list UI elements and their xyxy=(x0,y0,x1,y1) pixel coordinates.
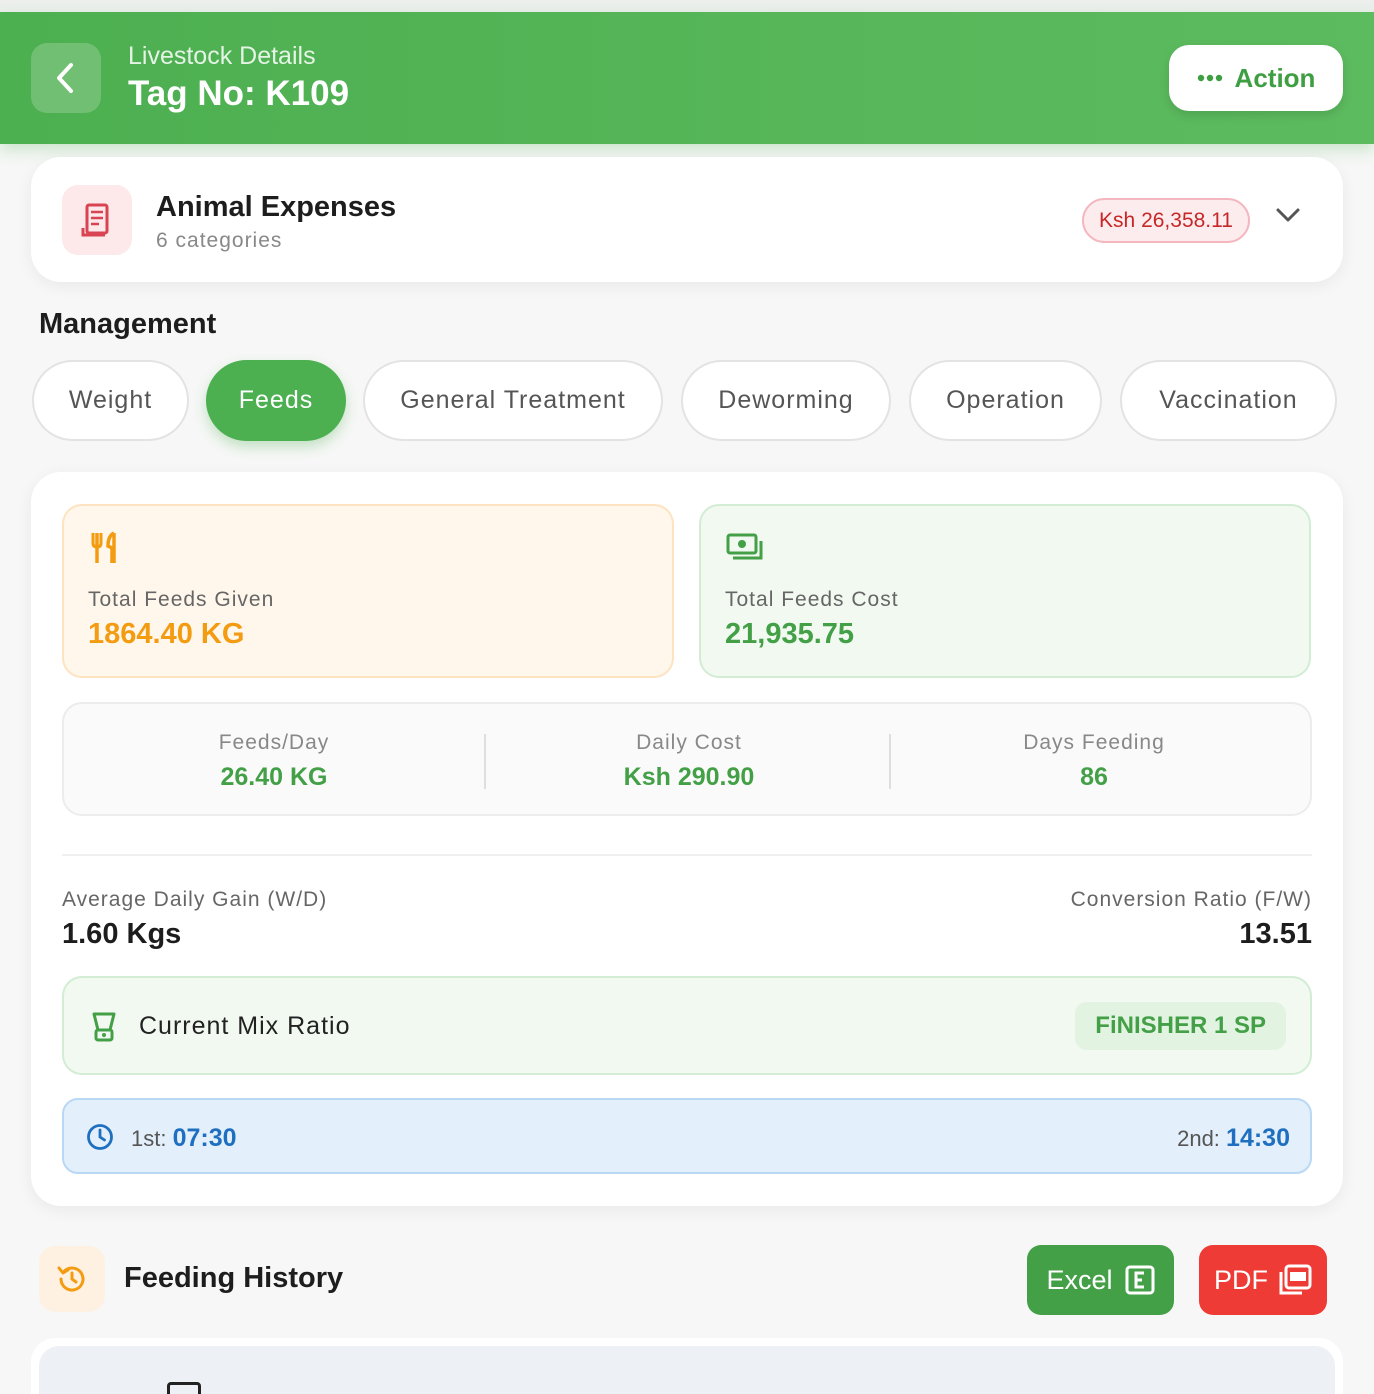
feeds-summary-card: Total Feeds Given 1864.40 KG Total Feeds… xyxy=(31,472,1343,1206)
feeding-times-row: 1st: 07:30 2nd: 14:30 xyxy=(62,1098,1312,1174)
feeding-history-title: Feeding History xyxy=(124,1262,344,1294)
adg-label: Average Daily Gain (W/D) xyxy=(62,888,328,911)
tab-feeds[interactable]: Feeds xyxy=(206,360,346,441)
total-feeds-cost-label: Total Feeds Cost xyxy=(725,588,899,611)
first-feeding-time: 1st: 07:30 xyxy=(131,1124,237,1153)
mix-ratio-badge: FiNISHER 1 SP xyxy=(1075,1002,1286,1050)
feeding-history-table xyxy=(31,1338,1343,1394)
divider xyxy=(62,854,1312,856)
second-time-label: 2nd: xyxy=(1177,1126,1220,1151)
adg-value: 1.60 Kgs xyxy=(62,918,182,950)
tab-deworming[interactable]: Deworming xyxy=(681,360,891,441)
current-mix-ratio-row: Current Mix Ratio FiNISHER 1 SP xyxy=(62,976,1312,1075)
chevron-down-icon[interactable] xyxy=(1275,207,1301,223)
metric-label: Days Feeding xyxy=(1023,730,1165,754)
tab-general-treatment[interactable]: General Treatment xyxy=(363,360,663,441)
pdf-label: PDF xyxy=(1214,1264,1268,1295)
total-feeds-given-value: 1864.40 KG xyxy=(88,618,245,650)
header-subtitle: Livestock Details xyxy=(128,42,316,70)
metric-daily-cost: Daily Cost Ksh 290.90 xyxy=(479,704,899,818)
feeds-metrics-row: Feeds/Day 26.40 KG Daily Cost Ksh 290.90… xyxy=(62,702,1312,816)
history-icon xyxy=(39,1246,105,1312)
table-header xyxy=(39,1346,1335,1394)
expenses-total-badge: Ksh 26,358.11 xyxy=(1082,198,1250,243)
expenses-title: Animal Expenses xyxy=(156,191,397,223)
animal-expenses-card[interactable]: Animal Expenses 6 categories Ksh 26,358.… xyxy=(31,157,1343,282)
metric-days-feeding: Days Feeding 86 xyxy=(884,704,1304,818)
total-feeds-given-card: Total Feeds Given 1864.40 KG xyxy=(62,504,674,678)
status-strip xyxy=(0,0,1374,12)
select-all-checkbox[interactable] xyxy=(167,1382,201,1394)
app-header: Livestock Details Tag No: K109 Action xyxy=(0,12,1374,144)
metric-value: 86 xyxy=(1080,762,1108,791)
more-dots-icon xyxy=(1197,74,1222,82)
metric-value: Ksh 290.90 xyxy=(623,762,755,791)
metric-label: Daily Cost xyxy=(636,730,742,754)
utensils-icon xyxy=(91,531,116,563)
first-time-label: 1st: xyxy=(131,1126,167,1151)
action-label: Action xyxy=(1234,62,1316,93)
receipt-icon xyxy=(62,185,132,255)
metric-feeds-per-day: Feeds/Day 26.40 KG xyxy=(64,704,484,818)
total-feeds-cost-value: 21,935.75 xyxy=(725,618,855,650)
export-pdf-button[interactable]: PDF xyxy=(1199,1245,1327,1315)
second-feeding-time: 2nd: 14:30 xyxy=(1177,1124,1290,1153)
excel-file-icon xyxy=(1125,1265,1155,1295)
metric-label: Feeds/Day xyxy=(218,730,330,754)
metric-value: 26.40 KG xyxy=(220,762,328,791)
chevron-left-icon xyxy=(57,63,73,93)
conversion-ratio-value: 13.51 xyxy=(1239,918,1312,950)
total-feeds-cost-card: Total Feeds Cost 21,935.75 xyxy=(699,504,1311,678)
page-title: Tag No: K109 xyxy=(128,74,350,113)
second-time-value: 14:30 xyxy=(1226,1124,1290,1152)
pdf-file-icon xyxy=(1279,1264,1312,1295)
clock-icon xyxy=(87,1124,113,1150)
action-button[interactable]: Action xyxy=(1169,45,1343,111)
conversion-ratio-label: Conversion Ratio (F/W) xyxy=(1070,888,1312,911)
expenses-subtitle: 6 categories xyxy=(156,229,283,252)
money-icon xyxy=(726,533,763,560)
first-time-value: 07:30 xyxy=(172,1124,237,1152)
mix-ratio-label: Current Mix Ratio xyxy=(139,1012,351,1040)
management-title: Management xyxy=(39,308,217,340)
back-button[interactable] xyxy=(31,43,101,113)
total-feeds-given-label: Total Feeds Given xyxy=(88,588,275,611)
tab-vaccination[interactable]: Vaccination xyxy=(1120,360,1337,441)
tab-weight[interactable]: Weight xyxy=(32,360,189,441)
export-excel-button[interactable]: Excel xyxy=(1027,1245,1174,1315)
excel-label: Excel xyxy=(1046,1264,1113,1295)
tab-operation[interactable]: Operation xyxy=(909,360,1102,441)
blender-icon xyxy=(92,1012,116,1042)
